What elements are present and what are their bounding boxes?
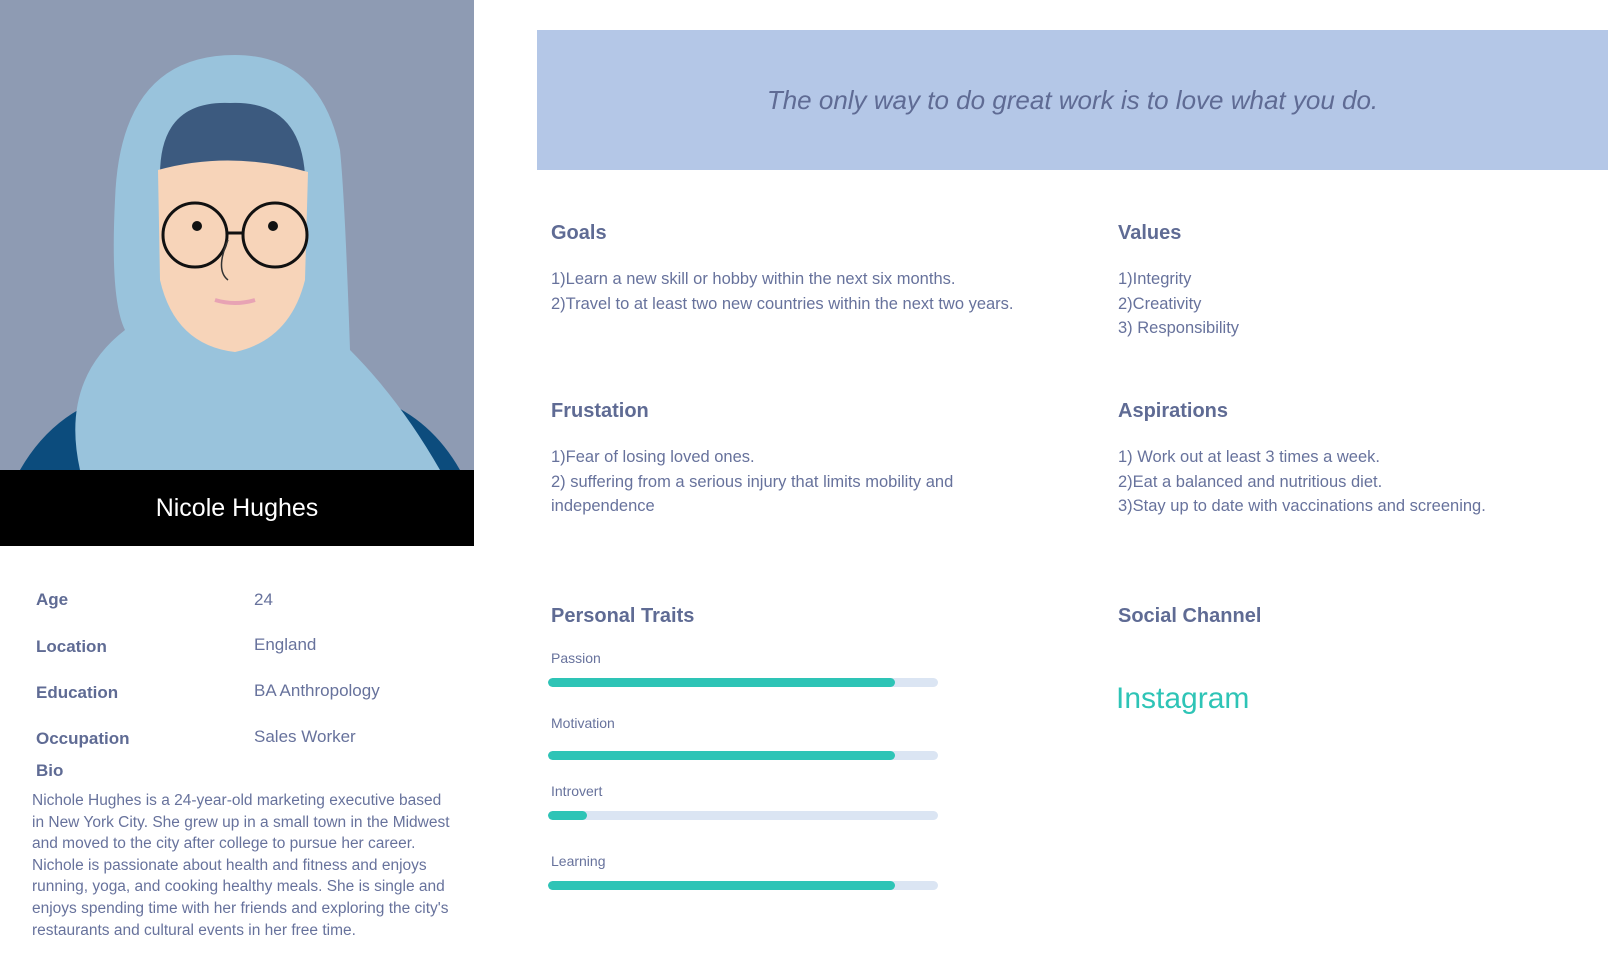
frustration-item: 1)Fear of losing loved ones. — [551, 448, 755, 466]
trait-bar-introvert — [548, 811, 938, 820]
frustration-section: Frustation 1)Fear of losing loved ones. … — [551, 400, 1021, 519]
persona-name: Nicole Hughes — [0, 470, 474, 546]
values-heading: Values — [1118, 222, 1182, 244]
trait-label: Learning — [551, 853, 606, 869]
persona-portrait — [0, 0, 474, 470]
trait-bar-passion — [548, 678, 938, 687]
traits-heading: Personal Traits — [551, 605, 695, 627]
value-item: 1)Integrity — [1118, 270, 1192, 288]
trait-fill — [548, 751, 896, 760]
education-label: Education — [36, 683, 119, 702]
bio-label: Bio — [36, 761, 64, 780]
values-section: Values 1)Integrity 2)Creativity 3) Respo… — [1118, 222, 1598, 341]
avatar-illustration — [20, 55, 460, 470]
frustration-item: 2) suffering from a serious injury that … — [551, 472, 954, 516]
trait-label: Introvert — [551, 783, 603, 799]
trait-bar-learning — [548, 881, 938, 890]
occupation-label: Occupation — [36, 729, 130, 748]
frustration-heading: Frustation — [551, 400, 649, 422]
social-channel-instagram[interactable]: Instagram — [1116, 682, 1249, 716]
trait-bar-motivation — [548, 751, 938, 760]
aspiration-item: 3)Stay up to date with vaccinations and … — [1118, 497, 1486, 515]
education-value: BA Anthropology — [254, 681, 380, 700]
quote-banner: The only way to do great work is to love… — [537, 30, 1608, 170]
goals-heading: Goals — [551, 222, 607, 244]
goals-section: Goals 1)Learn a new skill or hobby withi… — [551, 222, 1041, 316]
social-heading: Social Channel — [1118, 605, 1262, 627]
aspiration-item: 2)Eat a balanced and nutritious diet. — [1118, 472, 1383, 491]
trait-label: Motivation — [551, 715, 615, 731]
value-item: 3) Responsibility — [1118, 319, 1240, 337]
occupation-value: Sales Worker — [254, 727, 356, 746]
aspirations-heading: Aspirations — [1118, 400, 1229, 422]
bio-text: Nichole Hughes is a 24-year-old marketin… — [32, 792, 450, 939]
trait-fill — [548, 811, 587, 820]
location-value: England — [254, 635, 317, 654]
location-label: Location — [36, 637, 107, 656]
value-item: 2)Creativity — [1118, 294, 1202, 313]
age-label: Age — [36, 590, 69, 609]
trait-fill — [548, 881, 896, 890]
age-value: 24 — [254, 590, 273, 609]
goal-item: 1)Learn a new skill or hobby within the … — [551, 270, 956, 288]
trait-fill — [548, 678, 896, 687]
traits-list: Passion Motivation Introvert Learning — [548, 650, 938, 890]
aspiration-item: 1) Work out at least 3 times a week. — [1118, 448, 1380, 466]
trait-label: Passion — [551, 650, 601, 666]
goal-item: 2)Travel to at least two new countries w… — [551, 294, 1014, 313]
aspirations-section: Aspirations 1) Work out at least 3 times… — [1118, 400, 1598, 519]
